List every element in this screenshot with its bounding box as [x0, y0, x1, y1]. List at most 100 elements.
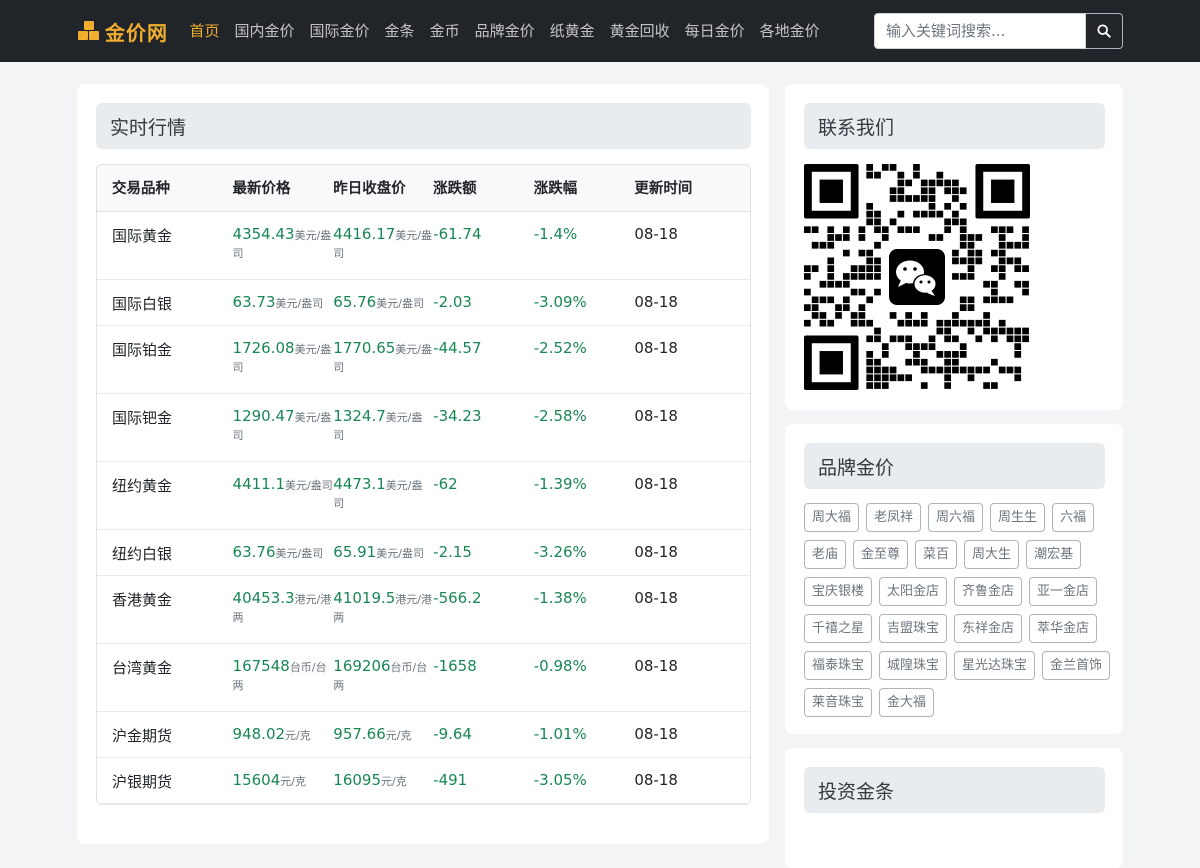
prev-close-cell: 4473.1美元/盎司: [333, 461, 434, 530]
brand-tag[interactable]: 太阳金店: [879, 577, 948, 606]
latest-price-cell: 948.02元/克: [232, 711, 334, 758]
search-button[interactable]: [1086, 13, 1123, 49]
brand-tag[interactable]: 宝庆银楼: [804, 577, 873, 606]
nav-item-home[interactable]: 首页: [182, 0, 227, 62]
change-amount: -2.15: [433, 529, 534, 576]
search-form: [874, 13, 1123, 49]
brand-tag[interactable]: 周六福: [928, 503, 984, 532]
latest-price-cell: 15604元/克: [232, 757, 334, 804]
brand-tag[interactable]: 萃华金店: [1029, 614, 1098, 643]
latest-price: 63.73: [232, 292, 276, 311]
prev-close-price: 957.66: [333, 724, 386, 743]
latest-price: 948.02: [232, 724, 286, 743]
brand-tag[interactable]: 潮宏基: [1026, 540, 1082, 569]
prev-close-price: 16095: [333, 770, 381, 789]
variety-name: 台湾黄金: [97, 643, 233, 712]
brand-gold-card: 品牌金价 周大福 老凤祥 周六福 周生生 六福 老庙 金至尊 菜百 周大生 潮宏基 宝庆银楼 太阳金店…: [785, 424, 1123, 734]
latest-price: 15604: [232, 770, 281, 789]
nav-item-gold-coins[interactable]: 金币: [422, 0, 467, 62]
brand-tag[interactable]: 齐鲁金店: [954, 577, 1023, 606]
brand-logo-link[interactable]: 金价网: [77, 17, 168, 46]
table-header-row: 交易品种 最新价格 昨日收盘价 涨跌额 涨跌幅 更新时间: [97, 165, 750, 212]
update-time: 08-18: [634, 711, 750, 758]
nav-item-regional-gold[interactable]: 各地金价: [752, 0, 827, 62]
change-amount: -61.74: [433, 211, 534, 280]
brand-tag[interactable]: 福泰珠宝: [804, 651, 873, 680]
market-table-wrapper: 交易品种 最新价格 昨日收盘价 涨跌额 涨跌幅 更新时间 国际黄金 4354.43…: [96, 164, 751, 805]
col-header-change: 涨跌额: [433, 165, 534, 212]
brand-name: 金价网: [105, 20, 168, 45]
latest-price-unit: 美元/盎司: [285, 478, 333, 492]
latest-price-cell: 1726.08美元/盎司: [232, 325, 334, 394]
prev-close-price: 65.76: [333, 292, 377, 311]
search-input[interactable]: [874, 13, 1086, 49]
change-percent: -3.26%: [533, 529, 635, 576]
table-row: 香港黄金 40453.3港元/港两 41019.5港元/港两 -566.2 -1.38%…: [97, 575, 750, 644]
market-card: 实时行情 交易品种 最新价格 昨日收盘价 涨跌额 涨跌幅 更新时间 国际黄金 43…: [77, 84, 769, 844]
contact-card: 联系我们: [785, 84, 1123, 410]
nav-item-international-gold[interactable]: 国际金价: [302, 0, 377, 62]
prev-close-cell: 65.91美元/盎司: [333, 529, 434, 576]
brand-tag[interactable]: 周大福: [804, 503, 860, 532]
brand-tag[interactable]: 周大生: [964, 540, 1020, 569]
latest-price-cell: 1290.47美元/盎司: [232, 393, 334, 462]
variety-name: 沪银期货: [97, 757, 233, 804]
gold-bars-icon: [77, 19, 101, 43]
change-amount: -62: [433, 461, 534, 530]
prev-close-price: 4416.17: [333, 224, 396, 243]
brand-tag[interactable]: 城隍珠宝: [879, 651, 948, 680]
change-amount: -2.03: [433, 279, 534, 326]
change-amount: -44.57: [433, 325, 534, 394]
nav-item-daily-gold[interactable]: 每日金价: [677, 0, 752, 62]
latest-price: 4411.1: [232, 474, 286, 493]
change-percent: -2.58%: [533, 393, 635, 462]
brand-tag[interactable]: 菜百: [915, 540, 958, 569]
variety-name: 国际铂金: [97, 325, 233, 394]
nav-item-gold-bars[interactable]: 金条: [377, 0, 422, 62]
brand-tag[interactable]: 金至尊: [853, 540, 909, 569]
table-row: 国际黄金 4354.43美元/盎司 4416.17美元/盎司 -61.74 -1.4% 0…: [97, 211, 750, 280]
nav-item-paper-gold[interactable]: 纸黄金: [542, 0, 602, 62]
nav-item-domestic-gold[interactable]: 国内金价: [227, 0, 302, 62]
change-amount: -491: [433, 757, 534, 804]
table-row: 纽约白银 63.76美元/盎司 65.91美元/盎司 -2.15 -3.26% 08-18: [97, 529, 750, 576]
latest-price-cell: 4411.1美元/盎司: [232, 461, 334, 530]
brand-tag[interactable]: 亚一金店: [1029, 577, 1098, 606]
update-time: 08-18: [634, 757, 750, 804]
col-header-prev-close: 昨日收盘价: [333, 165, 434, 212]
brand-tag[interactable]: 六福: [1052, 503, 1095, 532]
brand-tag[interactable]: 东祥金店: [954, 614, 1023, 643]
brand-tag[interactable]: 星光达珠宝: [954, 651, 1036, 680]
prev-close-price: 4473.1: [333, 474, 386, 493]
brand-tag[interactable]: 金大福: [879, 688, 935, 717]
prev-close-cell: 65.76美元/盎司: [333, 279, 434, 326]
contact-card-title: 联系我们: [804, 103, 1105, 149]
brand-tag[interactable]: 老庙: [804, 540, 847, 569]
change-percent: -3.09%: [533, 279, 635, 326]
col-header-variety: 交易品种: [97, 165, 233, 212]
brand-tag-list: 周大福 老凤祥 周六福 周生生 六福老庙 金至尊 菜百 周大生 潮宏基宝庆银楼 太阳金店 齐鲁金店亚…: [804, 503, 1114, 717]
update-time: 08-18: [634, 461, 750, 530]
table-row: 纽约黄金 4411.1美元/盎司 4473.1美元/盎司 -62 -1.39% 08-18: [97, 461, 750, 530]
brand-tag[interactable]: 金兰首饰: [1042, 651, 1111, 680]
market-table: 交易品种 最新价格 昨日收盘价 涨跌额 涨跌幅 更新时间 国际黄金 4354.43…: [97, 165, 750, 804]
nav-item-gold-recycle[interactable]: 黄金回收: [602, 0, 677, 62]
invest-gold-card-title: 投资金条: [804, 767, 1105, 813]
table-row: 国际铂金 1726.08美元/盎司 1770.65美元/盎司 -44.57 -2.52%…: [97, 325, 750, 394]
update-time: 08-18: [634, 529, 750, 576]
brand-tag[interactable]: 老凤祥: [866, 503, 922, 532]
prev-close-unit: 元/克: [385, 728, 412, 742]
prev-close-unit: 美元/盎司: [376, 546, 424, 560]
search-icon: [1097, 24, 1111, 38]
latest-price-cell: 40453.3港元/港两: [232, 575, 334, 644]
brand-tag[interactable]: 莱音珠宝: [804, 688, 873, 717]
latest-price-cell: 63.76美元/盎司: [232, 529, 334, 576]
invest-gold-card: 投资金条: [785, 748, 1123, 868]
latest-price-unit: 元/克: [285, 728, 311, 742]
brand-tag[interactable]: 周生生: [990, 503, 1046, 532]
nav-item-brand-gold[interactable]: 品牌金价: [467, 0, 542, 62]
change-amount: -566.2: [433, 575, 534, 644]
brand-tag[interactable]: 千禧之星: [804, 614, 873, 643]
change-percent: -1.38%: [533, 575, 635, 644]
brand-tag[interactable]: 吉盟珠宝: [879, 614, 948, 643]
